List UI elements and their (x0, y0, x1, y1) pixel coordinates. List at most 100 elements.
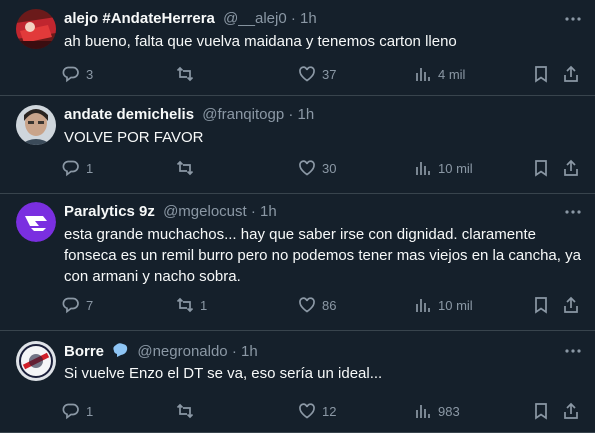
bookmark-icon (535, 160, 547, 177)
tweet-header: alejo #AndateHerrera @__alej0 · 1h (64, 9, 583, 29)
tweet-text: esta grande muchachos... hay que saber i… (64, 226, 581, 285)
reply-count: 3 (86, 66, 94, 82)
heart-icon (299, 297, 315, 313)
tweet-actions: 1 12 983 (62, 401, 583, 421)
tweet[interactable]: alejo #AndateHerrera @__alej0 · 1h ah bu… (0, 0, 595, 96)
tweet-text: ah bueno, falta que vuelva maidana y ten… (64, 33, 457, 50)
user-name[interactable]: andate demichelis (64, 106, 194, 123)
views-button[interactable]: 10 mil (414, 158, 473, 178)
share-icon (564, 296, 578, 313)
retweet-icon (176, 297, 194, 313)
avatar[interactable] (16, 9, 56, 49)
more-options-icon[interactable] (563, 341, 583, 361)
separator-dot: · (231, 343, 237, 360)
verified-badge-icon (111, 341, 129, 365)
reply-button[interactable]: 3 (62, 64, 93, 84)
tweet[interactable]: Paralytics 9z @mgelocust · 1h esta grand… (0, 194, 595, 331)
reply-count: 1 (86, 160, 94, 176)
reply-button[interactable]: 1 (62, 401, 93, 421)
heart-icon (299, 403, 315, 419)
timestamp[interactable]: 1h (300, 10, 317, 27)
more-options-icon[interactable] (563, 202, 583, 222)
timestamp[interactable]: 1h (298, 106, 315, 123)
user-handle[interactable]: @mgelocust (163, 203, 247, 220)
avatar[interactable] (16, 105, 56, 145)
bookmark-icon (535, 66, 547, 83)
views-icon (416, 162, 430, 175)
reply-icon (62, 66, 79, 83)
like-button[interactable]: 37 (298, 64, 336, 84)
separator-dot: · (288, 106, 294, 123)
like-count: 30 (322, 160, 337, 176)
user-handle[interactable]: @franqitogp (202, 106, 284, 123)
tweet-header: andate demichelis @franqitogp · 1h (64, 105, 583, 125)
timestamp[interactable]: 1h (241, 343, 258, 360)
reply-icon (62, 160, 79, 177)
bookmark-button[interactable] (532, 64, 550, 84)
retweet-icon (176, 403, 194, 419)
tweet[interactable]: andate demichelis @franqitogp · 1h VOLVE… (0, 96, 595, 194)
tweet-actions: 7 1 86 10 mil (62, 295, 583, 315)
user-name[interactable]: alejo #AndateHerrera (64, 10, 215, 27)
retweet-icon (176, 160, 194, 176)
like-button[interactable]: 86 (298, 295, 336, 315)
bookmark-button[interactable] (532, 401, 550, 421)
retweet-count: 1 (200, 297, 208, 313)
reply-count: 1 (86, 403, 94, 419)
avatar[interactable] (16, 202, 56, 242)
avatar[interactable] (16, 341, 56, 381)
view-count: 983 (438, 403, 460, 419)
reply-button[interactable]: 1 (62, 158, 93, 178)
view-count: 10 mil (438, 160, 473, 176)
reply-button[interactable]: 7 (62, 295, 93, 315)
user-handle[interactable]: @negronaldo (137, 343, 227, 360)
like-count: 86 (322, 297, 337, 313)
heart-icon (299, 160, 315, 176)
tweet-content: Borre @negronaldo · 1h Si vuelve Enzo el… (64, 341, 583, 384)
separator-dot: · (290, 10, 296, 27)
retweet-button[interactable] (176, 401, 200, 421)
user-handle[interactable]: @__alej0 (223, 10, 287, 27)
heart-icon (299, 66, 315, 82)
timeline-feed: alejo #AndateHerrera @__alej0 · 1h ah bu… (0, 0, 595, 433)
share-icon (564, 402, 578, 419)
share-button[interactable] (562, 295, 580, 315)
tweet-actions: 1 30 10 mil (62, 158, 583, 178)
views-button[interactable]: 983 (414, 401, 460, 421)
more-options-icon[interactable] (563, 9, 583, 29)
bookmark-icon (535, 403, 547, 420)
separator-dot: · (250, 203, 256, 220)
bookmark-button[interactable] (532, 295, 550, 315)
retweet-button[interactable] (176, 158, 200, 178)
retweet-icon (176, 66, 194, 82)
retweet-button[interactable]: 1 (176, 295, 207, 315)
reply-icon (62, 297, 79, 314)
views-icon (416, 299, 430, 312)
reply-icon (62, 403, 79, 420)
timestamp[interactable]: 1h (260, 203, 277, 220)
user-name[interactable]: Borre (64, 343, 104, 360)
tweet-actions: 3 37 4 mil (62, 64, 583, 84)
views-button[interactable]: 10 mil (414, 295, 473, 315)
tweet-text: VOLVE POR FAVOR (64, 129, 204, 146)
share-button[interactable] (562, 401, 580, 421)
like-count: 12 (322, 403, 337, 419)
tweet[interactable]: Borre @negronaldo · 1h Si vuelve Enzo el… (0, 331, 595, 433)
views-icon (416, 68, 430, 81)
tweet-content: andate demichelis @franqitogp · 1h VOLVE… (64, 105, 583, 148)
bookmark-button[interactable] (532, 158, 550, 178)
tweet-content: alejo #AndateHerrera @__alej0 · 1h ah bu… (64, 9, 583, 52)
tweet-header: Borre @negronaldo · 1h (64, 341, 583, 361)
share-button[interactable] (562, 158, 580, 178)
tweet-text: Si vuelve Enzo el DT se va, eso sería un… (64, 365, 383, 382)
like-button[interactable]: 12 (298, 401, 336, 421)
tweet-content: Paralytics 9z @mgelocust · 1h esta grand… (64, 202, 583, 287)
user-name[interactable]: Paralytics 9z (64, 203, 155, 220)
share-button[interactable] (562, 64, 580, 84)
view-count: 4 mil (438, 66, 466, 82)
like-button[interactable]: 30 (298, 158, 336, 178)
retweet-button[interactable] (176, 64, 200, 84)
like-count: 37 (322, 66, 337, 82)
reply-count: 7 (86, 297, 94, 313)
views-button[interactable]: 4 mil (414, 64, 465, 84)
